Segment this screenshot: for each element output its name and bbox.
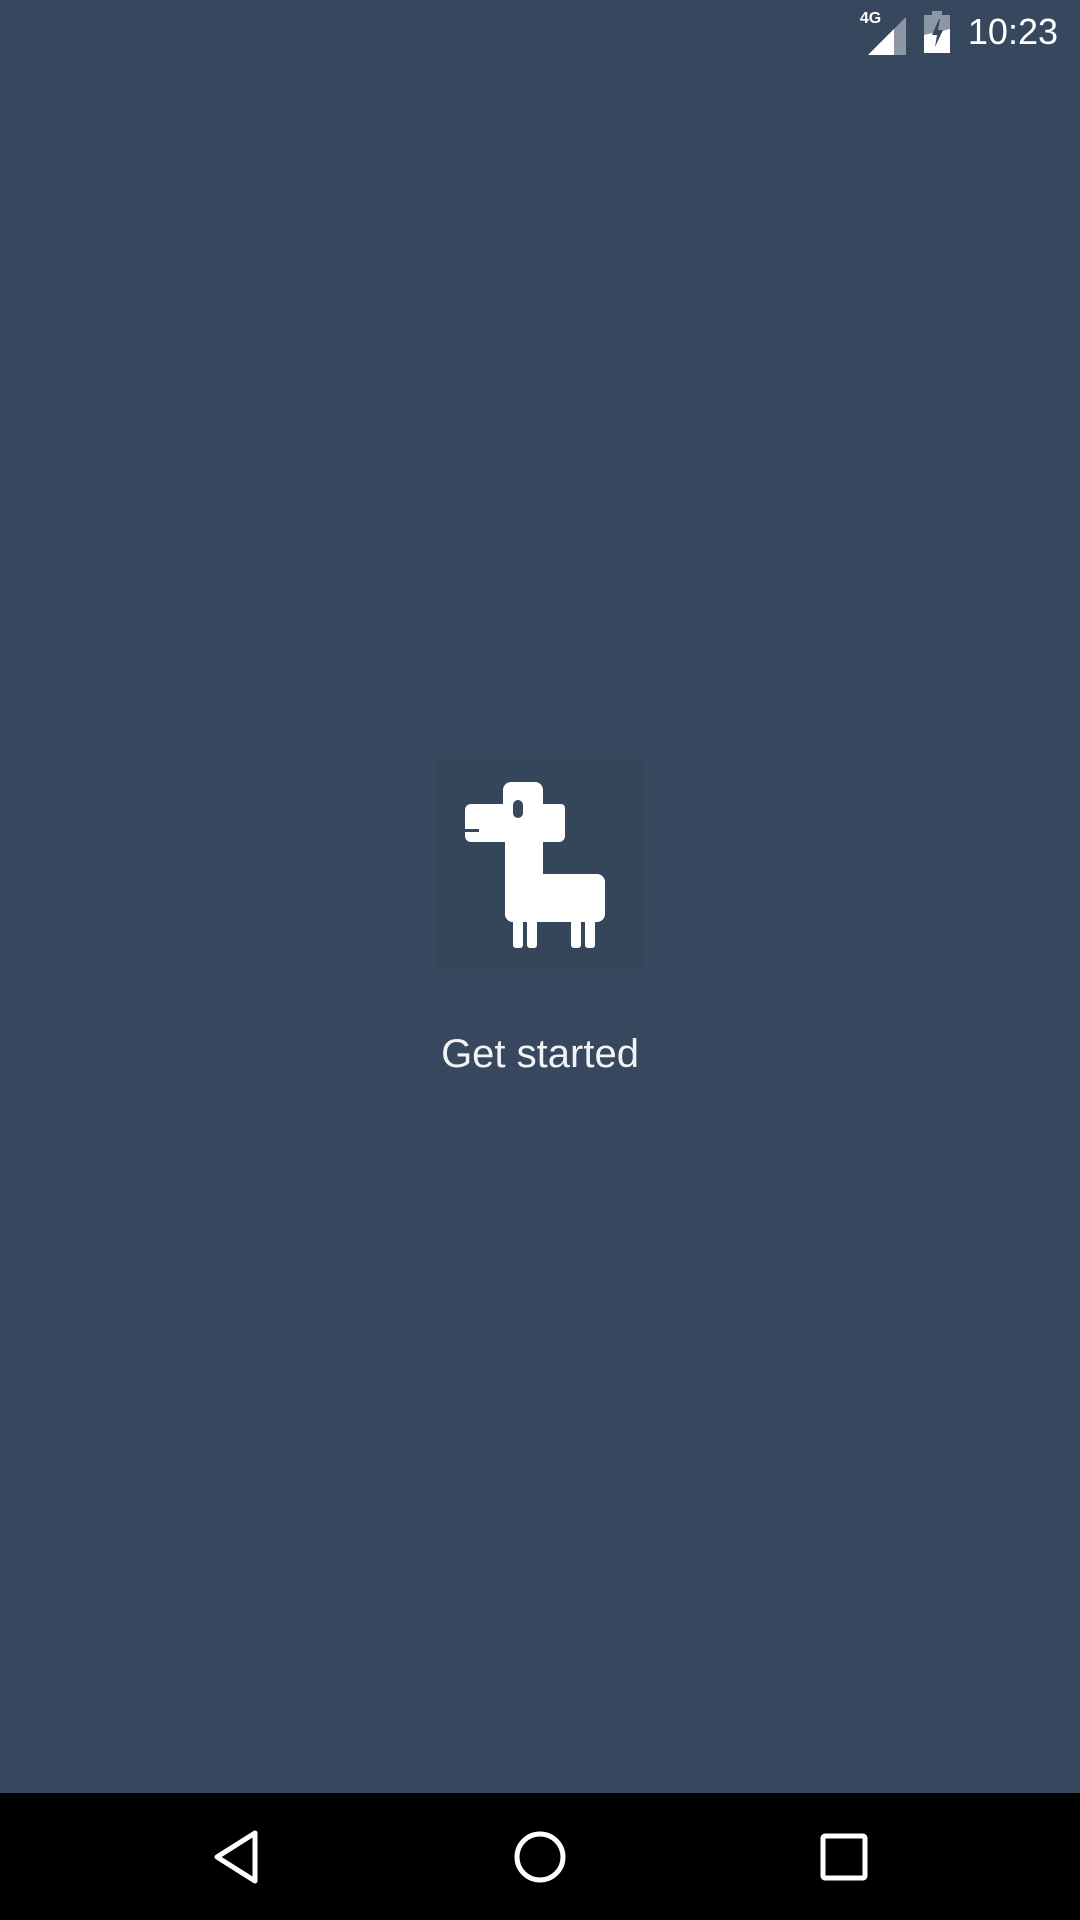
navigation-bar bbox=[0, 1793, 1080, 1920]
status-bar: 4G 10:23 bbox=[0, 0, 1080, 64]
recents-icon bbox=[820, 1833, 868, 1880]
get-started-button[interactable]: Get started bbox=[421, 1024, 659, 1085]
status-indicators: 4G 10:23 bbox=[860, 0, 1058, 64]
status-clock: 10:23 bbox=[967, 11, 1058, 52]
back-icon bbox=[214, 1830, 258, 1883]
back-button[interactable] bbox=[166, 1793, 306, 1920]
signal-icon bbox=[867, 17, 906, 55]
welcome-content: Get started bbox=[0, 760, 1080, 1085]
home-button[interactable] bbox=[470, 1793, 610, 1920]
recents-button[interactable] bbox=[774, 1793, 914, 1920]
home-icon bbox=[514, 1831, 566, 1882]
network-indicator: 4G bbox=[860, 9, 906, 55]
battery-charging-icon bbox=[923, 11, 950, 53]
screen: 4G 10:23 Get started bbox=[0, 0, 1080, 1920]
llama-logo-icon bbox=[465, 782, 605, 948]
app-logo bbox=[435, 760, 645, 970]
